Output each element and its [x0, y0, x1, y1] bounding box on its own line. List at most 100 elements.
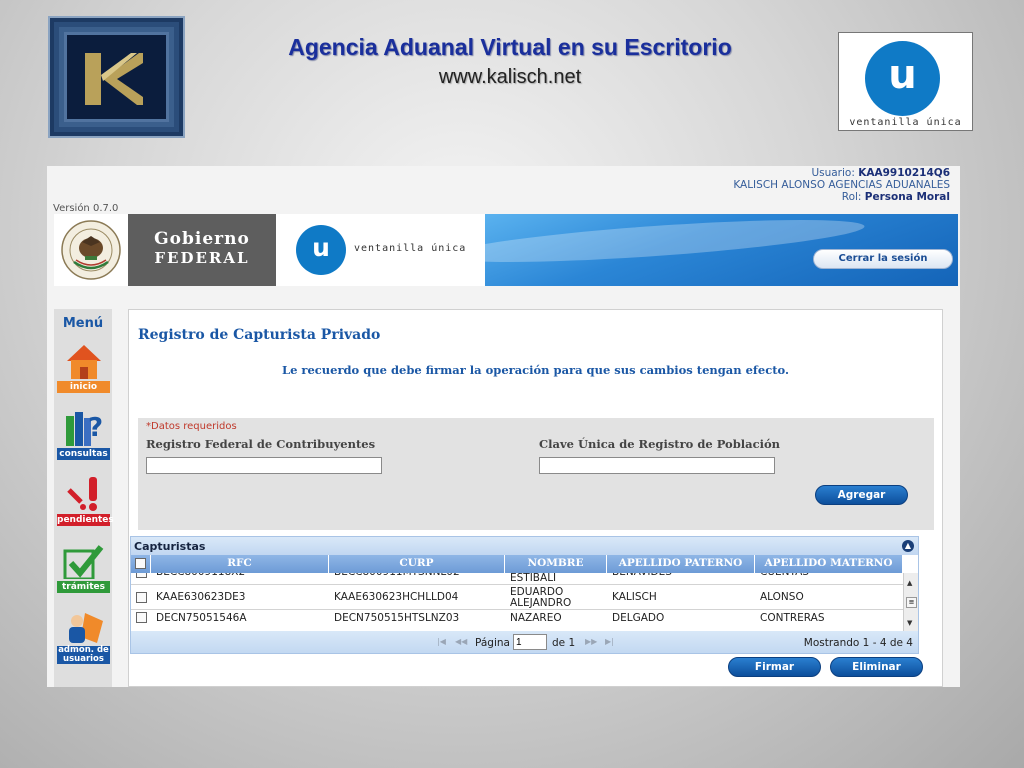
- slide-title: Agencia Aduanal Virtual en su Escritorio: [288, 34, 732, 60]
- grid-caption-text: Capturistas: [134, 540, 206, 553]
- cell-rfc: BECC8009118X2: [151, 573, 329, 585]
- row-checkbox-cell[interactable]: [131, 573, 151, 585]
- cell-curp: KAAE630623HCHLLD04: [334, 591, 459, 603]
- grid-header: RFC CURP NOMBRE APELLIDO PATERNO APELLID…: [131, 555, 903, 573]
- grid-caption: Capturistas ▲: [131, 537, 918, 555]
- curp-label: Clave Única de Registro de Población: [539, 437, 780, 451]
- menu-label-admon: admon. de usuarios: [57, 645, 110, 664]
- menu-label-inicio: inicio: [57, 381, 110, 393]
- sign-button[interactable]: Firmar: [728, 657, 821, 677]
- banner-blue-area: Cerrar la sesión: [485, 214, 958, 286]
- kalisch-k-logo-icon: [77, 45, 157, 113]
- cell-curp: DECN750515HTSLNZ03: [334, 612, 460, 624]
- scroll-up-icon[interactable]: ▲: [907, 579, 912, 587]
- page-of-label: de 1: [552, 637, 576, 649]
- next-page-icon[interactable]: ▶▶: [585, 637, 597, 646]
- menu-item-admon-usuarios[interactable]: admon. de usuarios: [57, 609, 110, 664]
- grid-body: BECC8009118X2 BECC800911MTSNNL02 ESTIBAL…: [131, 573, 903, 631]
- cell-rfc: KAAE630623DE3: [156, 591, 246, 603]
- banner-swoosh: [485, 214, 866, 271]
- scroll-down-icon[interactable]: ▼: [907, 619, 912, 627]
- mexico-seal-icon: [61, 220, 121, 280]
- menu-label-tramites: trámites: [57, 581, 110, 593]
- add-button[interactable]: Agregar: [815, 485, 908, 505]
- required-note: *Datos requeridos: [146, 421, 237, 432]
- cell-curp: BECC800911MTSNNL02: [329, 573, 505, 585]
- cell-paterno: DELGADO: [612, 612, 665, 624]
- capturistas-grid: Capturistas ▲ RFC CURP NOMBRE APELLIDO P…: [130, 536, 919, 654]
- cell-materno: CUENTAS: [755, 573, 903, 585]
- checkmark-icon: [63, 545, 104, 579]
- row-checkbox-cell[interactable]: [131, 610, 151, 631]
- version-label: Versión 0.7.0: [53, 203, 119, 214]
- row-checkbox[interactable]: [136, 592, 147, 603]
- records-count: Mostrando 1 - 4 de 4: [803, 637, 913, 649]
- prev-page-icon[interactable]: ◀◀: [455, 637, 467, 646]
- banner-vu-circle-icon: u: [296, 225, 346, 275]
- user-label: Usuario:: [811, 167, 855, 179]
- collapse-icon[interactable]: ▲: [902, 540, 914, 552]
- gob-line1: Gobierno: [154, 229, 250, 249]
- menu-item-inicio[interactable]: inicio: [57, 343, 110, 393]
- page-number-input[interactable]: [513, 634, 547, 650]
- content-panel: Registro de Capturista Privado Le recuer…: [128, 309, 943, 687]
- menu-title: Menú: [62, 316, 104, 331]
- row-checkbox[interactable]: [136, 612, 147, 623]
- table-row[interactable]: KAAE630623DE3 KAAE630623HCHLLD04 EDUARDO…: [131, 585, 903, 610]
- user-info: Usuario: KAA9910214Q6 KALISCH ALONSO AGE…: [733, 167, 950, 203]
- page-title: Registro de Capturista Privado: [138, 327, 381, 343]
- first-page-icon[interactable]: |◀: [437, 637, 446, 646]
- last-page-icon[interactable]: ▶|: [605, 637, 614, 646]
- page-label: Página: [475, 637, 510, 649]
- menu-label-pendientes: pendientes: [57, 514, 114, 526]
- cell-nombre: NAZAREO: [510, 612, 562, 624]
- rfc-label: Registro Federal de Contribuyentes: [146, 437, 376, 451]
- role-label: Rol:: [841, 191, 862, 203]
- cell-nombre: ESTIBALI: [510, 573, 557, 584]
- gob-line2: FEDERAL: [154, 249, 250, 267]
- cell-paterno: BENAVIDES: [607, 573, 755, 585]
- menu-label-consultas: consultas: [57, 448, 110, 460]
- col-apellido-materno[interactable]: APELLIDO MATERNO: [755, 555, 903, 573]
- house-icon: [67, 345, 101, 379]
- question-books-icon: ?: [66, 412, 103, 446]
- cell-materno: CONTRERAS: [760, 612, 825, 624]
- header-select-all[interactable]: [131, 555, 151, 573]
- cell-paterno: KALISCH: [612, 591, 657, 603]
- capture-form: *Datos requeridos Registro Federal de Co…: [138, 418, 934, 530]
- col-curp[interactable]: CURP: [329, 555, 505, 573]
- table-row[interactable]: DECN75051546A DECN750515HTSLNZ03 NAZAREO…: [131, 610, 903, 631]
- menu-item-pendientes[interactable]: pendientes: [57, 476, 114, 526]
- select-all-checkbox[interactable]: [135, 558, 146, 569]
- cell-nombre: EDUARDO ALEJANDRO: [510, 585, 572, 609]
- scroll-thumb[interactable]: ≡: [906, 597, 917, 608]
- grid-pager: |◀ ◀◀ Página de 1 ▶▶ ▶| Mostrando 1 - 4 …: [131, 631, 918, 653]
- table-row[interactable]: BECC8009118X2 BECC800911MTSNNL02 ESTIBAL…: [131, 573, 903, 585]
- cell-materno: ALONSO: [760, 591, 804, 603]
- user-id: KAA9910214Q6: [858, 167, 950, 179]
- row-checkbox[interactable]: [136, 573, 147, 578]
- side-menu: Menú inicio ? consultas pendientes trámi…: [54, 309, 114, 687]
- kalisch-logo: [48, 16, 185, 138]
- row-checkbox-cell[interactable]: [131, 585, 151, 610]
- delete-button[interactable]: Eliminar: [830, 657, 923, 677]
- app-window: Usuario: KAA9910214Q6 KALISCH ALONSO AGE…: [47, 166, 960, 687]
- col-nombre[interactable]: NOMBRE: [505, 555, 607, 573]
- menu-item-tramites[interactable]: trámites: [57, 543, 110, 593]
- col-apellido-paterno[interactable]: APELLIDO PATERNO: [607, 555, 755, 573]
- menu-item-consultas[interactable]: ? consultas: [57, 410, 110, 460]
- users-icon: [69, 613, 103, 643]
- grid-scrollbar[interactable]: ▲ ≡ ▼: [903, 573, 918, 631]
- curp-input[interactable]: [539, 457, 775, 474]
- rfc-input[interactable]: [146, 457, 382, 474]
- vu-circle-icon: u: [865, 41, 940, 116]
- company-name: KALISCH ALONSO AGENCIAS ADUANALES: [733, 179, 950, 191]
- vu-logo-text: ventanilla única: [849, 117, 962, 128]
- header-banner: Gobierno FEDERAL u ventanilla única Cerr…: [54, 214, 958, 286]
- slide-url: www.kalisch.net: [438, 66, 582, 88]
- gobierno-federal-logo: Gobierno FEDERAL: [128, 214, 276, 286]
- logout-button[interactable]: Cerrar la sesión: [813, 249, 953, 269]
- exclamation-icon: [67, 477, 97, 511]
- col-rfc[interactable]: RFC: [151, 555, 329, 573]
- sign-notice: Le recuerdo que debe firmar la operación…: [282, 363, 789, 377]
